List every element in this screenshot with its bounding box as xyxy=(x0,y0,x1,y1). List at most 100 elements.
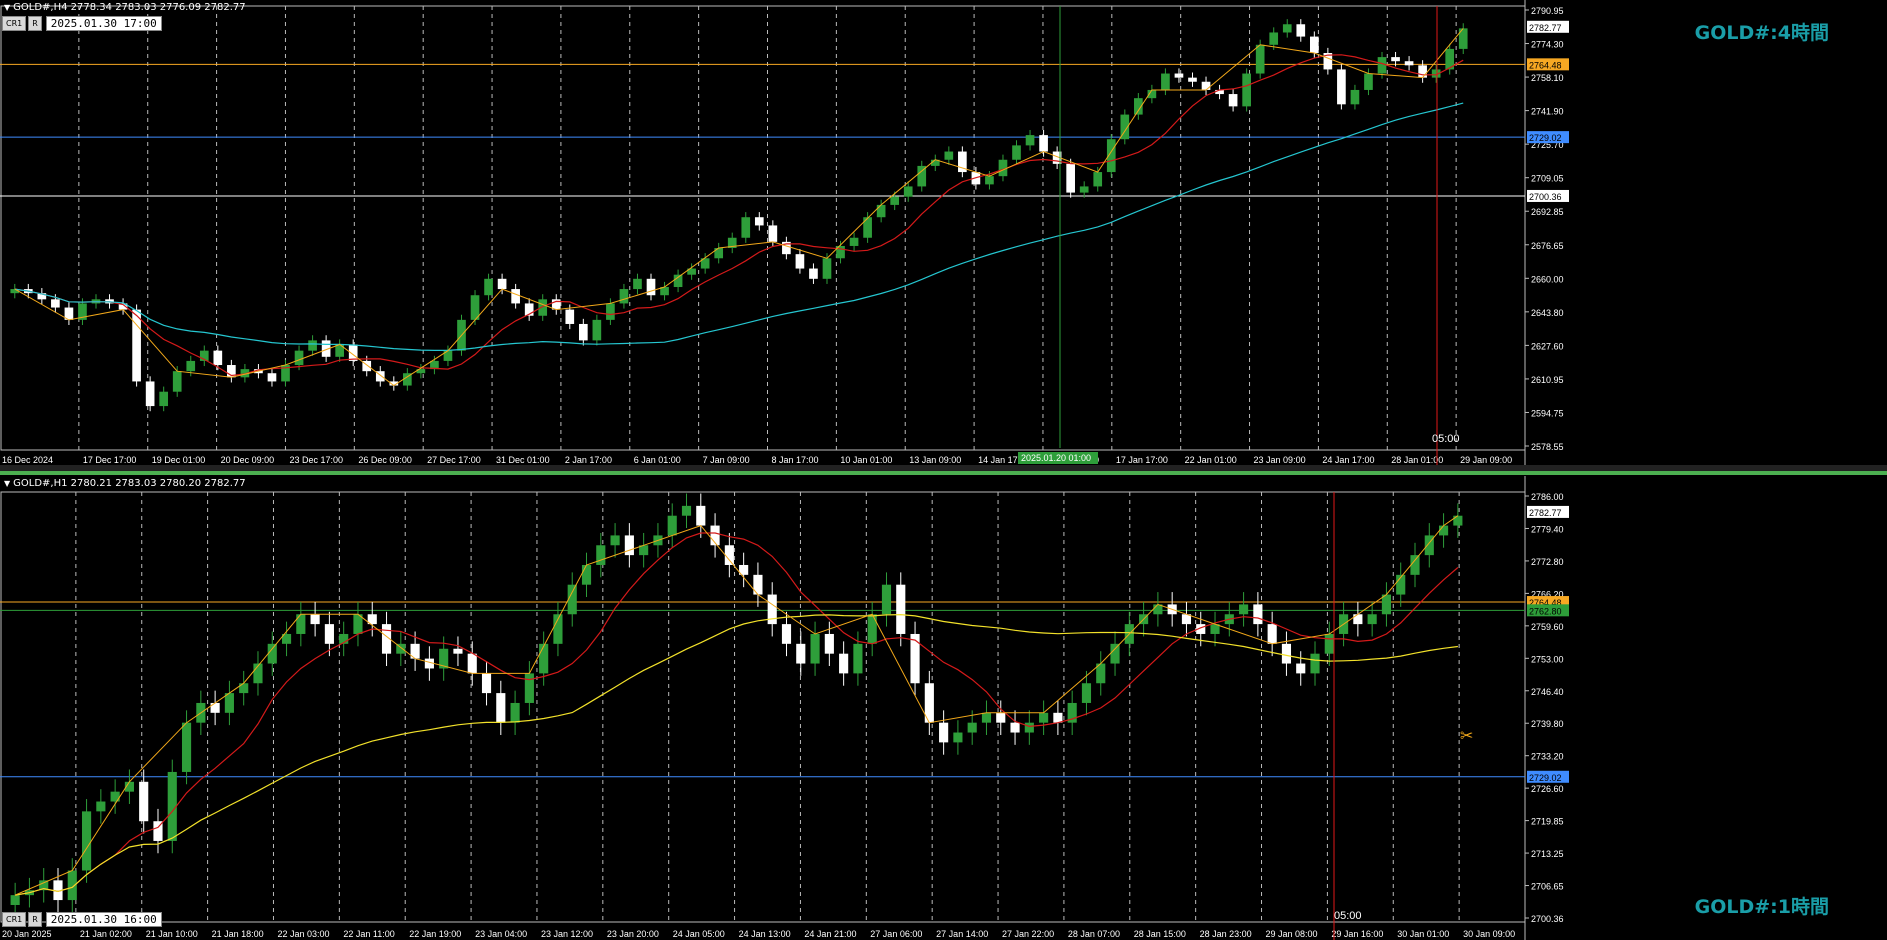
candle-body xyxy=(768,225,778,242)
candle-body xyxy=(497,278,507,290)
candle-body xyxy=(110,791,120,802)
candle-body xyxy=(890,196,900,205)
candle-body xyxy=(867,614,877,644)
price-axis-label: 2758.10 xyxy=(1531,73,1564,83)
candle-body xyxy=(624,535,634,556)
price-tag-label: 2729.02 xyxy=(1529,133,1562,143)
candle-body xyxy=(467,653,477,674)
candle-body xyxy=(1039,135,1048,152)
candle-body xyxy=(646,278,656,296)
candle-body xyxy=(324,624,334,644)
collapse-triangle-icon[interactable]: ▼ xyxy=(4,3,10,12)
candle-body xyxy=(592,319,602,341)
candle-body xyxy=(1296,663,1306,674)
time-axis-label: 26 Dec 09:00 xyxy=(358,455,412,465)
time-axis-label: 10 Jan 01:00 xyxy=(840,455,892,465)
price-axis-label: 2733.20 xyxy=(1531,752,1564,762)
price-tag-label: 2729.02 xyxy=(1529,773,1562,783)
candle-body xyxy=(308,340,317,351)
time-axis-label: 20 Jan 2025 xyxy=(2,929,52,939)
price-axis-label: 2786.00 xyxy=(1531,492,1564,502)
time-axis-label: 24 Jan 17:00 xyxy=(1322,455,1374,465)
candle-body xyxy=(181,722,192,772)
candle-body xyxy=(1039,712,1049,723)
time-axis-label: 13 Jan 09:00 xyxy=(909,455,961,465)
candle-body xyxy=(1309,36,1319,54)
candle-body xyxy=(186,360,196,372)
price-axis-label: 2578.55 xyxy=(1531,442,1564,452)
time-axis-label: 7 Jan 09:00 xyxy=(703,455,750,465)
candle-body xyxy=(1161,73,1170,90)
h4-toolbar: CR1 R 2025.01.30 17:00 xyxy=(2,16,162,31)
h4-date-box[interactable]: 2025.01.30 17:00 xyxy=(45,16,162,31)
candle-body xyxy=(1053,712,1063,723)
candle-body xyxy=(1324,633,1334,654)
candle-body xyxy=(1024,722,1034,733)
price-axis-label: 2706.65 xyxy=(1531,882,1564,892)
candle-body xyxy=(294,350,304,366)
candle-body xyxy=(596,545,606,565)
time-axis-label: 27 Dec 17:00 xyxy=(427,455,481,465)
r-button[interactable]: R xyxy=(28,912,42,927)
price-axis-label: 2726.60 xyxy=(1531,784,1564,794)
time-axis-label: 29 Jan 16:00 xyxy=(1331,929,1383,939)
price-axis-label: 2700.36 xyxy=(1531,914,1564,924)
time-axis-label: 23 Jan 04:00 xyxy=(475,929,527,939)
h4-chart-header: ▼ GOLD#,H4 2778.34 2783.03 2776.09 2782.7… xyxy=(4,2,246,13)
candle-body xyxy=(1350,89,1360,105)
h1-chart-canvas[interactable]: 20 Jan 2025 21 Jan 02:00 21 Jan 10:00 21 Ja… xyxy=(0,476,1887,940)
candle-body xyxy=(810,633,820,664)
h1-date-box[interactable]: 2025.01.30 16:00 xyxy=(45,912,162,927)
price-axis-label: 2759.60 xyxy=(1531,622,1564,632)
candle-body xyxy=(619,289,629,304)
time-axis-label: 29 Jan 08:00 xyxy=(1266,929,1318,939)
price-tag-label: 2700.36 xyxy=(1529,192,1562,202)
pane-separator[interactable] xyxy=(0,465,1887,475)
h4-chart-canvas[interactable]: 16 Dec 2024 17 Dec 17:00 19 Dec 01:00 20 De… xyxy=(0,0,1887,466)
candle-body xyxy=(939,722,949,743)
candle-body xyxy=(267,643,277,664)
time-axis-label: 8 Jan 17:00 xyxy=(772,455,819,465)
price-axis-label: 2594.75 xyxy=(1531,408,1564,418)
candle-body xyxy=(132,309,141,382)
time-axis-label: 23 Jan 20:00 xyxy=(607,929,659,939)
active-pane-indicator xyxy=(0,471,1887,475)
candle-body xyxy=(96,801,106,812)
collapse-triangle-icon[interactable]: ▼ xyxy=(4,479,10,488)
h1-chart-pane[interactable]: 20 Jan 2025 21 Jan 02:00 21 Jan 10:00 21 Ja… xyxy=(0,476,1887,940)
candle-body xyxy=(667,515,677,536)
time-axis-label: 23 Jan 09:00 xyxy=(1254,455,1306,465)
price-axis-label: 2739.80 xyxy=(1531,719,1564,729)
h4-chart-pane[interactable]: 16 Dec 2024 17 Dec 17:00 19 Dec 01:00 20 De… xyxy=(0,0,1887,466)
price-axis-label: 2643.80 xyxy=(1531,308,1564,318)
time-axis-label: 31 Dec 01:00 xyxy=(496,455,550,465)
candle-body xyxy=(539,643,549,674)
h1-ohlc-text: GOLD#,H1 2780.21 2783.03 2780.20 2782.77 xyxy=(13,478,246,489)
candle-body xyxy=(1110,643,1120,664)
time-axis-label: 21 Jan 18:00 xyxy=(212,929,264,939)
time-axis-label: 27 Jan 14:00 xyxy=(936,929,988,939)
candle-body xyxy=(1228,94,1238,107)
time-axis-label: 22 Jan 03:00 xyxy=(277,929,329,939)
price-axis-label: 2660.00 xyxy=(1531,274,1564,284)
r-button[interactable]: R xyxy=(28,16,42,31)
candle-body xyxy=(1012,145,1021,160)
ma-fast-line xyxy=(15,532,1459,896)
candle-body xyxy=(714,248,724,259)
candle-body xyxy=(953,732,963,743)
time-axis-label: 28 Jan 23:00 xyxy=(1200,929,1252,939)
cr1-button[interactable]: CR1 xyxy=(2,16,27,31)
crosshair-tool-icon[interactable]: ✂ xyxy=(1460,726,1473,745)
time-axis-label: 29 Jan 09:00 xyxy=(1460,455,1512,465)
cr1-button[interactable]: CR1 xyxy=(2,912,27,927)
candle-body xyxy=(754,217,764,226)
candle-body xyxy=(139,781,149,822)
time-axis-label: 23 Jan 12:00 xyxy=(541,929,593,939)
h4-ohlc-text: GOLD#,H4 2778.34 2783.03 2776.09 2782.77 xyxy=(13,2,246,13)
candle-body xyxy=(81,811,92,871)
time-axis-label: 16 Dec 2024 xyxy=(2,455,53,465)
candle-body xyxy=(224,693,234,713)
candle-body xyxy=(1377,57,1387,74)
candle-body xyxy=(1439,525,1449,536)
price-axis-label: 2719.85 xyxy=(1531,817,1564,827)
